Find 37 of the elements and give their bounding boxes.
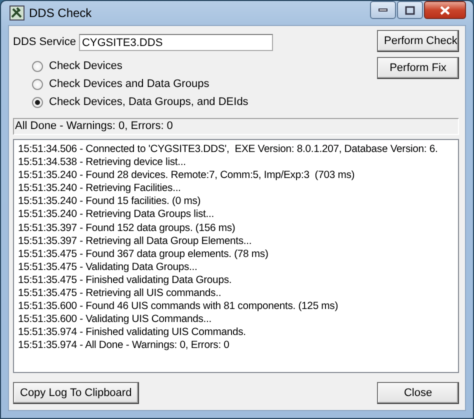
log-line: 15:51:35.240 - Found 15 facilities. (0 ms) (18, 195, 201, 208)
action-button[interactable]: Perform Fix (377, 57, 459, 79)
close-dialog-button[interactable]: Close (377, 382, 459, 404)
log-line: 15:51:35.600 - Found 46 UIS commands with 81 components. (125 ms) (18, 300, 338, 314)
action-button[interactable]: Perform Check (377, 30, 459, 52)
maximize-button[interactable] (397, 1, 423, 19)
log-line: 15:51:35.475 - Finished validating Data Groups. (18, 274, 232, 288)
radio-button[interactable] (32, 78, 43, 90)
log-line: 15:51:35.240 - Retrieving Data Groups list... (18, 208, 214, 222)
radio-label: Check Devices (49, 60, 122, 72)
service-label: DDS Service (13, 36, 76, 48)
log-line: 15:51:35.475 - Retrieving all UIS commands.. (18, 287, 222, 300)
minimize-button[interactable] (370, 1, 396, 19)
maximize-icon (405, 6, 415, 14)
close-button[interactable] (424, 1, 466, 19)
log-line: 15:51:35.974 - All Done - Warnings: 0, Errors: 0 (18, 339, 230, 352)
minimize-icon (378, 8, 388, 12)
radio-label: Check Devices, Data Groups, and DEIds (49, 96, 248, 108)
log-line: 15:51:35.240 - Retrieving Facilities... (18, 182, 181, 196)
window-title: DDS Check (29, 6, 93, 20)
radio-label: Check Devices and Data Groups (49, 78, 210, 90)
log-line: 15:51:35.600 - Validating UIS Commands... (18, 313, 212, 326)
log-line: 15:51:34.506 - Connected to 'CYGSITE3.DDS', EXE Version: 8.0.1.207, Database Version: 6. (18, 143, 438, 156)
log-line: 15:51:35.974 - Finished validating UIS Commands. (18, 326, 246, 340)
log-line: 15:51:35.397 - Found 152 data groups. (156 ms) (18, 222, 236, 235)
log-line: 15:51:35.475 - Validating Data Groups... (18, 260, 198, 274)
close-icon (440, 6, 450, 14)
log-line: 15:51:34.538 - Retrieving device list... (18, 156, 186, 170)
copy-log-button[interactable]: Copy Log To Clipboard (13, 382, 139, 404)
log-line: 15:51:35.475 - Found 367 data group elements. (78 ms) (18, 248, 268, 261)
radio-button[interactable] (32, 96, 43, 108)
radio-button[interactable] (32, 60, 43, 72)
tools-icon (9, 5, 25, 21)
status-text: All Done - Warnings: 0, Errors: 0 (13, 118, 459, 135)
log-line: 15:51:35.397 - Retrieving all Data Group Elements... (18, 234, 252, 248)
log-line: 15:51:35.240 - Found 28 devices. Remote:7, Comm:5, Imp/Exp:3 (703 ms) (18, 169, 355, 182)
service-field[interactable]: CYGSITE3.DDS (78, 34, 273, 50)
